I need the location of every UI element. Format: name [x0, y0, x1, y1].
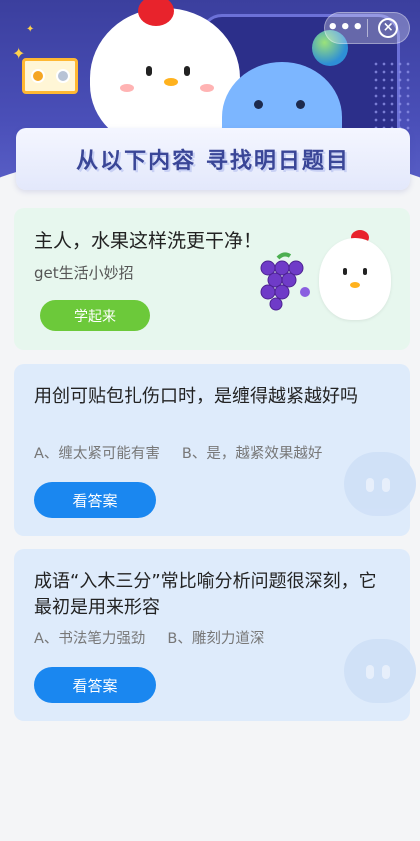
- view-answer-button[interactable]: 看答案: [34, 667, 156, 703]
- chick-blush: [200, 84, 214, 92]
- question-card: 用创可贴包扎伤口时，是缠得越紧越好吗 A、缠太紧可能有害 B、是，越紧效果越好 看…: [14, 364, 416, 536]
- grapes-icon: [260, 252, 310, 311]
- option-a: A、缠太紧可能有害: [34, 446, 160, 462]
- question-text: 用创可贴包扎伤口时，是缠得越紧越好吗: [34, 386, 358, 407]
- chick-beak: [350, 282, 360, 288]
- option-b: B、雕刻力道深: [167, 631, 265, 647]
- promo-card[interactable]: 主人，水果这样洗更干净！ get生活小妙招 学起来: [14, 208, 410, 350]
- title-plate: 从以下内容 寻找明日题目: [16, 128, 410, 190]
- chick-eye: [363, 268, 367, 275]
- question-text: 成语“入木三分”常比喻分析问题很深刻，它最初是用来形容: [34, 571, 377, 618]
- close-button[interactable]: ×: [368, 18, 410, 38]
- page-title: 从以下内容 寻找明日题目: [76, 149, 350, 174]
- more-button[interactable]: •••: [325, 14, 367, 42]
- close-icon: ×: [378, 18, 399, 38]
- chick-eye: [343, 268, 347, 275]
- learn-button[interactable]: 学起来: [40, 300, 150, 331]
- question-card: 成语“入木三分”常比喻分析问题很深刻，它最初是用来形容 A、书法笔力强劲 B、雕刻…: [14, 549, 416, 721]
- sparkle-icon: ✦: [26, 24, 35, 35]
- chick-beak: [164, 78, 178, 86]
- promo-title: 主人，水果这样洗更干净！: [34, 230, 263, 252]
- pet-eye: [254, 100, 263, 109]
- option-b: B、是，越紧效果越好: [181, 446, 323, 462]
- promo-subtitle: get生活小妙招: [34, 264, 134, 282]
- chick-eye: [146, 66, 152, 76]
- chat-bubble-icon: [344, 639, 416, 703]
- chick-blush: [120, 84, 134, 92]
- miniprogram-capsule: ••• ×: [324, 12, 410, 44]
- chick-mascot: [90, 8, 240, 148]
- pet-eye: [296, 100, 305, 109]
- option-a: A、书法笔力强劲: [34, 631, 146, 647]
- question-options: A、书法笔力强劲 B、雕刻力道深: [34, 627, 286, 648]
- gold-medal-icon: [30, 69, 45, 83]
- small-chick-mascot: [319, 238, 391, 320]
- chick-eye: [184, 66, 190, 76]
- question-options: A、缠太紧可能有害 B、是，越紧效果越好: [34, 442, 344, 463]
- silver-medal-icon: [55, 69, 70, 83]
- dots-decoration: [372, 60, 412, 130]
- medal-board-icon: [22, 58, 78, 94]
- view-answer-button[interactable]: 看答案: [34, 482, 156, 518]
- chat-bubble-icon: [344, 452, 416, 516]
